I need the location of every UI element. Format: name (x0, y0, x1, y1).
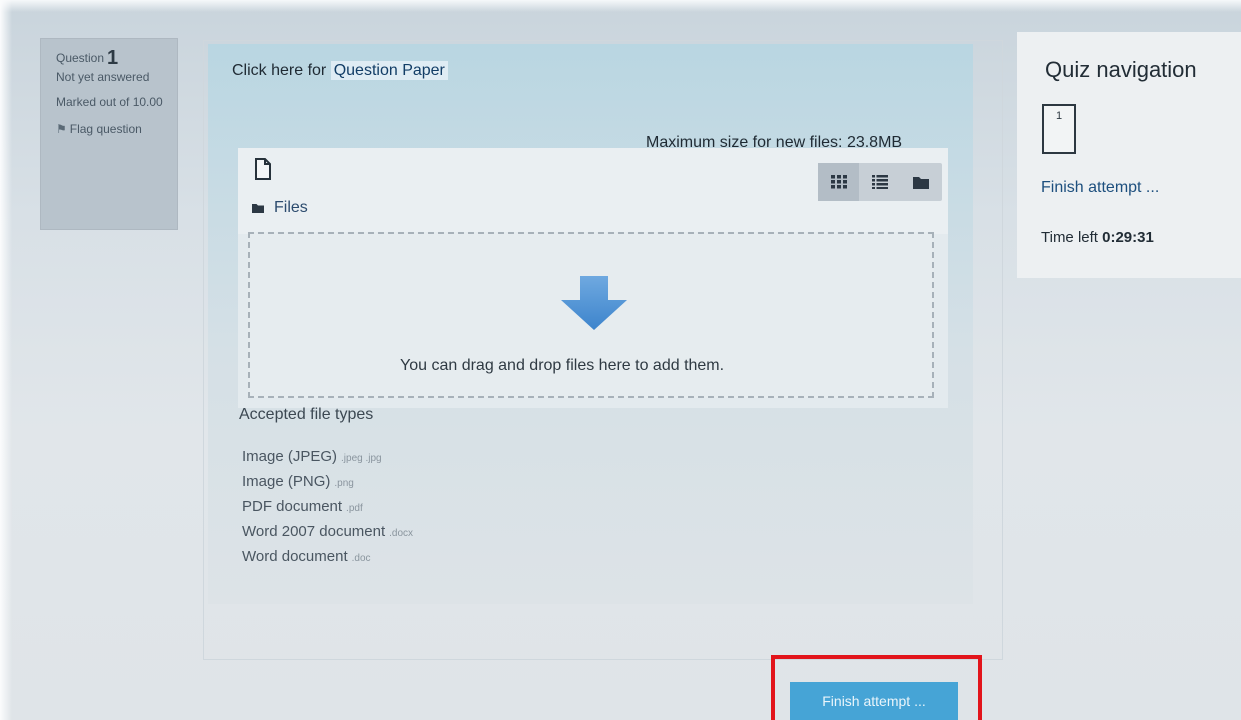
view-list-button[interactable] (859, 163, 900, 201)
accepted-type-item: PDF document .pdf (242, 498, 363, 515)
view-mode-buttons (818, 163, 942, 201)
files-path-label: Files (274, 199, 308, 216)
finish-attempt-link[interactable]: Finish attempt ... (1041, 179, 1159, 197)
accepted-types-list: Image (JPEG) .jpeg .jpg Image (PNG) .png P… (242, 445, 413, 570)
question-number: 1 (107, 47, 119, 69)
flag-icon: ⚑ (56, 122, 67, 136)
accepted-types-title: Accepted file types (239, 406, 374, 423)
flag-question-link[interactable]: ⚑ Flag question (56, 120, 169, 139)
time-left-label: Time left (1041, 229, 1098, 246)
accepted-type-item: Word document .doc (242, 548, 371, 565)
screen-edge-left (0, 0, 12, 720)
time-left-value: 0:29:31 (1102, 229, 1154, 246)
view-icons-button[interactable] (818, 163, 860, 201)
question-paper-line: Click here for Question Paper (232, 61, 448, 80)
screen-edge-top (0, 0, 1241, 12)
folder-icon (252, 200, 264, 218)
list-icon (871, 175, 888, 189)
time-left: Time left 0:29:31 (1041, 229, 1154, 246)
add-file-button[interactable] (250, 156, 276, 182)
highlight-box (771, 655, 982, 720)
flag-question-label: Flag question (69, 122, 142, 136)
accepted-type-item: Image (PNG) .png (242, 473, 354, 490)
grid-icon (830, 175, 847, 189)
quiz-navigation-title: Quiz navigation (1045, 57, 1197, 82)
question-marks: Marked out of 10.00 (56, 95, 163, 109)
question-paper-link[interactable]: Question Paper (330, 61, 448, 80)
files-path[interactable]: Files (252, 199, 308, 218)
dropzone-text: You can drag and drop files here to add … (400, 357, 725, 374)
file-icon (255, 158, 271, 180)
question-number-line: Question 1 (56, 47, 169, 69)
folder-icon (913, 176, 930, 189)
accepted-type-item: Word 2007 document .docx (242, 523, 414, 540)
view-tree-button[interactable] (901, 163, 942, 201)
question-paper-prefix: Click here for (232, 62, 327, 79)
down-arrow-icon (561, 276, 627, 335)
question-info: Question 1 Not yet answered Marked out of… (40, 38, 178, 230)
accepted-type-item: Image (JPEG) .jpeg .jpg (242, 448, 382, 465)
question-label: Question (56, 51, 105, 65)
question-state: Not yet answered (56, 70, 150, 84)
quiz-nav-question-button[interactable]: 1 (1042, 104, 1076, 154)
